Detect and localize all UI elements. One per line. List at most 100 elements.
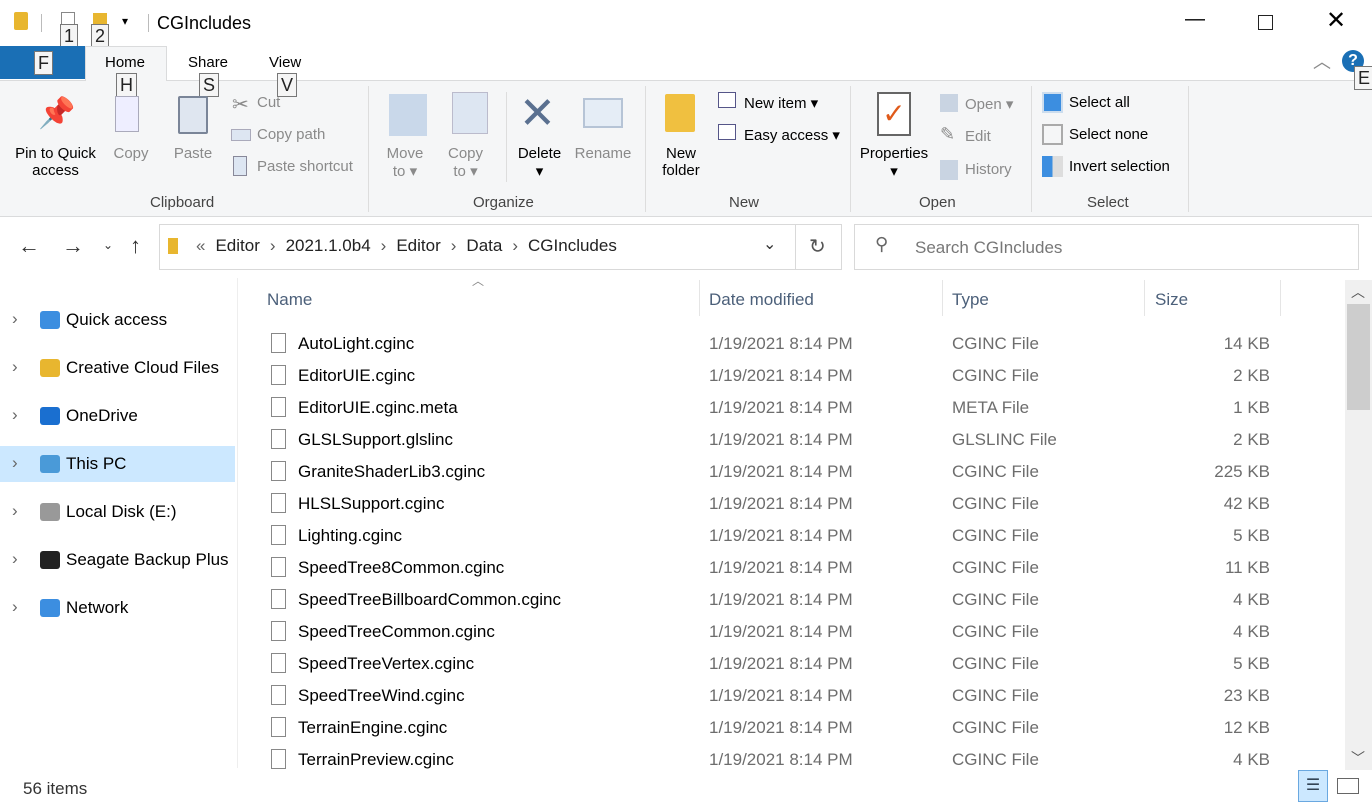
copy-to-button[interactable]: Copy to ▾ bbox=[443, 145, 488, 180]
file-date: 1/19/2021 8:14 PM bbox=[709, 494, 853, 513]
invert-selection-button[interactable]: Invert selection bbox=[1069, 158, 1170, 175]
network-icon bbox=[40, 599, 60, 617]
breadcrumb-item[interactable]: Data bbox=[466, 236, 502, 256]
breadcrumb-item[interactable]: Editor bbox=[396, 236, 440, 256]
file-icon bbox=[271, 365, 286, 385]
paste-shortcut-button[interactable]: Paste shortcut bbox=[257, 158, 353, 175]
breadcrumb-separator-icon[interactable]: › bbox=[512, 236, 518, 256]
file-row[interactable]: EditorUIE.cginc.meta 1/19/2021 8:14 PM MET… bbox=[262, 392, 1282, 424]
expand-chevron-icon[interactable]: › bbox=[12, 357, 18, 377]
tab-share[interactable]: Share bbox=[188, 54, 228, 71]
recent-locations-button[interactable]: ⌄ bbox=[103, 238, 113, 252]
file-type: META File bbox=[952, 398, 1030, 417]
move-to-button[interactable]: Move to ▾ bbox=[380, 145, 430, 180]
file-row[interactable]: SpeedTree8Common.cginc 1/19/2021 8:14 PM C… bbox=[262, 552, 1282, 584]
file-row[interactable]: AutoLight.cginc 1/19/2021 8:14 PM CGINC Fi… bbox=[262, 328, 1282, 360]
history-button[interactable]: History bbox=[965, 161, 1012, 178]
large-icons-view-button[interactable] bbox=[1337, 778, 1359, 794]
file-row[interactable]: EditorUIE.cginc 1/19/2021 8:14 PM CGINC Fi… bbox=[262, 360, 1282, 392]
sidebar-item[interactable]: › Quick access bbox=[0, 302, 235, 338]
file-row[interactable]: SpeedTreeWind.cginc 1/19/2021 8:14 PM CGIN… bbox=[262, 680, 1282, 712]
collapse-ribbon-icon[interactable]: ︿ bbox=[1313, 48, 1331, 74]
file-row[interactable]: SpeedTreeVertex.cginc 1/19/2021 8:14 PM CG… bbox=[262, 648, 1282, 680]
expand-chevron-icon[interactable]: › bbox=[12, 549, 18, 569]
expand-chevron-icon[interactable]: › bbox=[12, 501, 18, 521]
column-header-type[interactable]: Type bbox=[952, 290, 989, 310]
sidebar-item[interactable]: › This PC bbox=[0, 446, 235, 482]
file-row[interactable]: GLSLSupport.glslinc 1/19/2021 8:14 PM GLSL… bbox=[262, 424, 1282, 456]
properties-button[interactable]: Properties ▾ bbox=[856, 145, 932, 180]
copy-path-button[interactable]: Copy path bbox=[257, 126, 325, 143]
breadcrumb-separator-icon[interactable]: › bbox=[270, 236, 276, 256]
tab-view[interactable]: View bbox=[269, 54, 301, 71]
pin-to-quick-access-button[interactable]: Pin to Quick access bbox=[8, 145, 103, 179]
file-size: 5 KB bbox=[1233, 526, 1270, 545]
select-none-button[interactable]: Select none bbox=[1069, 126, 1148, 143]
group-label: Organize bbox=[473, 194, 534, 211]
address-dropdown-icon[interactable]: ⌄ bbox=[763, 234, 776, 254]
breadcrumb-item[interactable]: Editor bbox=[215, 236, 259, 256]
easy-access-button[interactable]: Easy access ▾ bbox=[744, 126, 840, 144]
file-row[interactable]: SpeedTreeCommon.cginc 1/19/2021 8:14 PM CG… bbox=[262, 616, 1282, 648]
expand-chevron-icon[interactable]: › bbox=[12, 405, 18, 425]
close-button[interactable]: ✕ bbox=[1326, 6, 1346, 35]
sidebar-item[interactable]: › Network bbox=[0, 590, 235, 626]
expand-chevron-icon[interactable]: › bbox=[12, 597, 18, 617]
breadcrumb-item[interactable]: 2021.1.0b4 bbox=[286, 236, 371, 256]
paste-button[interactable]: Paste bbox=[172, 145, 214, 162]
column-header-name[interactable]: Name bbox=[267, 290, 312, 310]
column-header-size[interactable]: Size bbox=[1155, 290, 1188, 310]
breadcrumb-separator-icon[interactable]: › bbox=[381, 236, 387, 256]
file-name: EditorUIE.cginc.meta bbox=[298, 398, 458, 417]
customize-qat-icon[interactable]: ▾ bbox=[122, 14, 128, 28]
breadcrumb-item[interactable]: CGIncludes bbox=[528, 236, 617, 256]
sidebar-item[interactable]: › Creative Cloud Files bbox=[0, 350, 235, 386]
file-row[interactable]: SpeedTreeBillboardCommon.cginc 1/19/2021 … bbox=[262, 584, 1282, 616]
file-type: CGINC File bbox=[952, 526, 1039, 545]
forward-button[interactable]: → bbox=[62, 233, 84, 259]
breadcrumb-separator-icon[interactable]: › bbox=[451, 236, 457, 256]
file-name: AutoLight.cginc bbox=[298, 334, 415, 353]
scroll-up-icon[interactable]: ︿ bbox=[1351, 282, 1365, 302]
maximize-button[interactable] bbox=[1258, 15, 1273, 30]
column-header-date[interactable]: Date modified bbox=[709, 290, 814, 310]
file-row[interactable]: GraniteShaderLib3.cginc 1/19/2021 8:14 PM… bbox=[262, 456, 1282, 488]
edit-button[interactable]: Edit bbox=[965, 128, 991, 145]
sidebar-item[interactable]: › Local Disk (E:) bbox=[0, 494, 235, 530]
scrollbar-thumb[interactable] bbox=[1347, 304, 1370, 410]
new-folder-button[interactable]: New folder bbox=[656, 145, 706, 179]
copy-button[interactable]: Copy bbox=[110, 145, 152, 162]
delete-button[interactable]: Delete ▾ bbox=[512, 145, 567, 180]
details-view-button[interactable]: ☰ bbox=[1298, 770, 1328, 802]
expand-chevron-icon[interactable]: › bbox=[12, 309, 18, 329]
file-row[interactable]: TerrainPreview.cginc 1/19/2021 8:14 PM CGI… bbox=[262, 744, 1282, 776]
sidebar-item-label: Creative Cloud Files bbox=[66, 358, 220, 377]
file-row[interactable]: HLSLSupport.cginc 1/19/2021 8:14 PM CGINC … bbox=[262, 488, 1282, 520]
keytip: E bbox=[1354, 66, 1372, 90]
open-button[interactable]: Open ▾ bbox=[965, 95, 1013, 113]
file-type: CGINC File bbox=[952, 686, 1039, 705]
cut-button[interactable]: Cut bbox=[257, 94, 280, 111]
sidebar-item-label: Local Disk (E:) bbox=[66, 502, 177, 521]
file-row[interactable]: TerrainEngine.cginc 1/19/2021 8:14 PM CGIN… bbox=[262, 712, 1282, 744]
expand-chevron-icon[interactable]: › bbox=[12, 453, 18, 473]
sidebar-item[interactable]: › Seagate Backup Plus bbox=[0, 542, 235, 578]
rename-button[interactable]: Rename bbox=[572, 145, 634, 162]
file-name: HLSLSupport.cginc bbox=[298, 494, 445, 513]
sidebar-item[interactable]: › OneDrive bbox=[0, 398, 235, 434]
select-all-button[interactable]: Select all bbox=[1069, 94, 1130, 111]
back-button[interactable]: ← bbox=[18, 233, 40, 259]
refresh-button[interactable]: ↻ bbox=[809, 234, 826, 259]
up-button[interactable]: ↑ bbox=[130, 233, 141, 259]
minimize-button[interactable]: — bbox=[1185, 8, 1205, 31]
properties-icon: ✓ bbox=[877, 92, 911, 136]
file-type: GLSLINC File bbox=[952, 430, 1057, 449]
select-all-icon bbox=[1042, 92, 1063, 113]
file-row[interactable]: Lighting.cginc 1/19/2021 8:14 PM CGINC Fil… bbox=[262, 520, 1282, 552]
file-date: 1/19/2021 8:14 PM bbox=[709, 590, 853, 609]
file-name: SpeedTree8Common.cginc bbox=[298, 558, 505, 577]
scroll-down-icon[interactable]: ﹀ bbox=[1351, 748, 1365, 768]
creative-cloud-icon bbox=[40, 359, 60, 377]
delete-icon: ✕ bbox=[519, 89, 556, 138]
new-item-button[interactable]: New item ▾ bbox=[744, 94, 818, 112]
